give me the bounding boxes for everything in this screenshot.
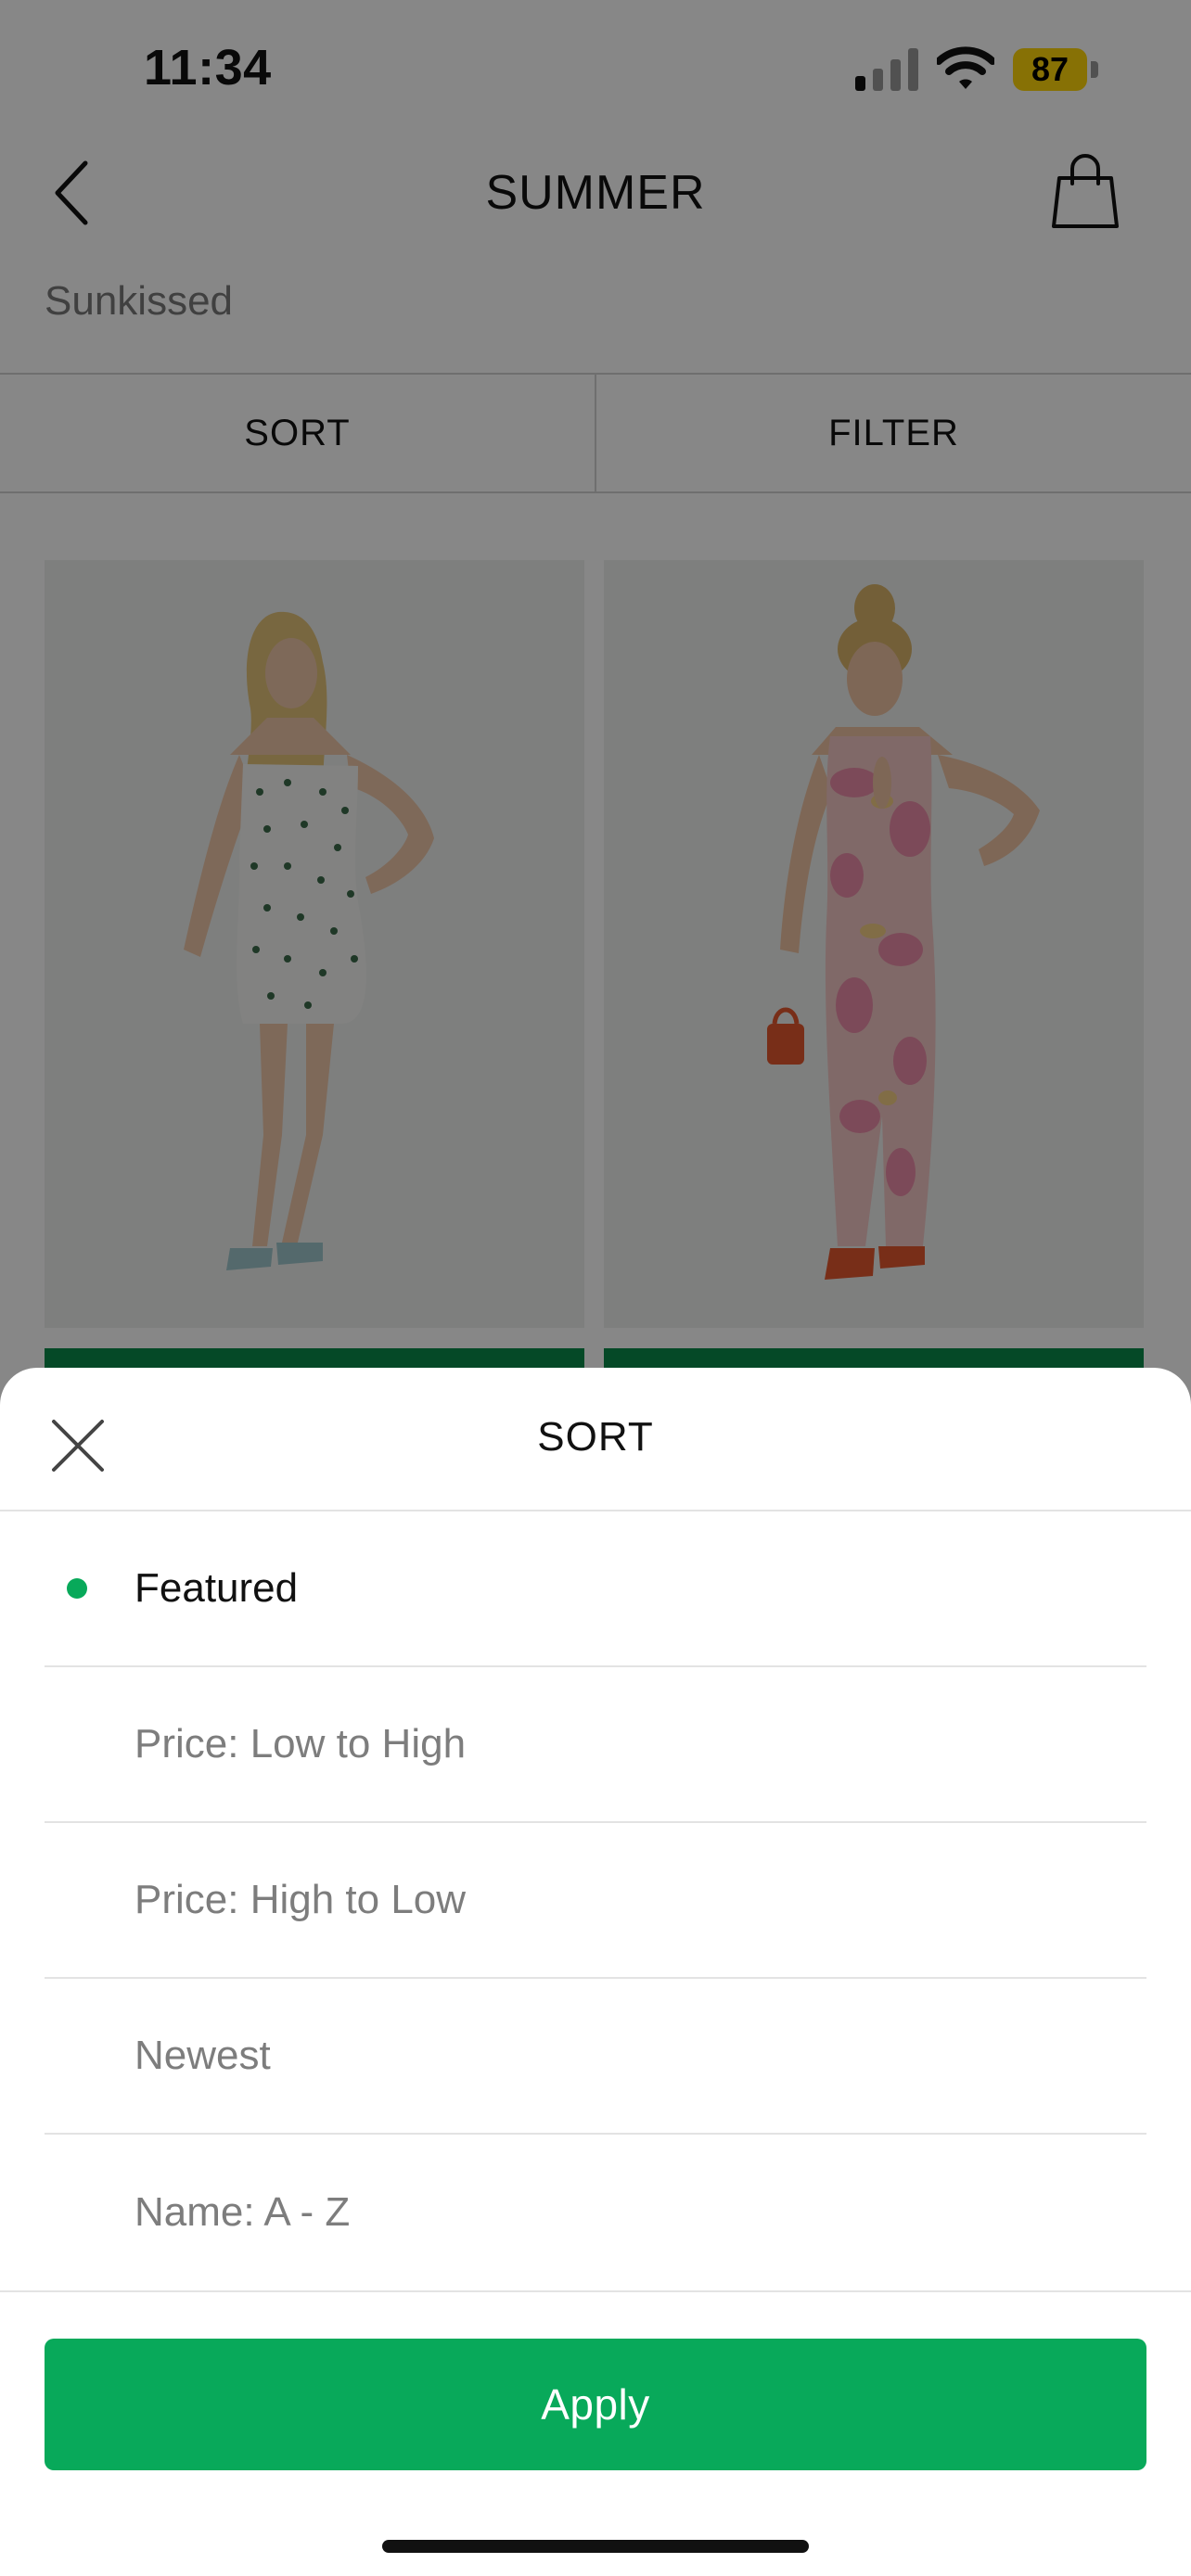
sort-options-list: Featured Price: Low to High Price: High … [45, 1511, 1146, 2290]
sort-option-price-low-high[interactable]: Price: Low to High [45, 1667, 1146, 1823]
sort-sheet-header: SORT [0, 1368, 1191, 1511]
sort-option-label: Price: Low to High [134, 1721, 467, 1766]
sort-option-label: Name: A - Z [134, 2189, 351, 2235]
divider [0, 2290, 1191, 2292]
apply-button[interactable]: Apply [45, 2339, 1146, 2470]
sort-option-name-a-z[interactable]: Name: A - Z [45, 2135, 1146, 2290]
sort-option-label: Newest [134, 2033, 271, 2078]
selected-indicator-icon [67, 1578, 87, 1599]
sort-option-newest[interactable]: Newest [45, 1979, 1146, 2135]
sort-option-featured[interactable]: Featured [45, 1511, 1146, 1667]
sort-option-label: Featured [134, 1565, 299, 1611]
sort-sheet: SORT Featured Price: Low to High Price: … [0, 1368, 1191, 2576]
home-indicator [382, 2540, 809, 2553]
sort-sheet-title: SORT [537, 1414, 654, 1460]
sort-option-label: Price: High to Low [134, 1877, 467, 1922]
page: 11:34 87 SUMMER Sunkissed SORT FILTER SO… [0, 0, 1191, 2576]
sort-option-price-high-low[interactable]: Price: High to Low [45, 1823, 1146, 1979]
